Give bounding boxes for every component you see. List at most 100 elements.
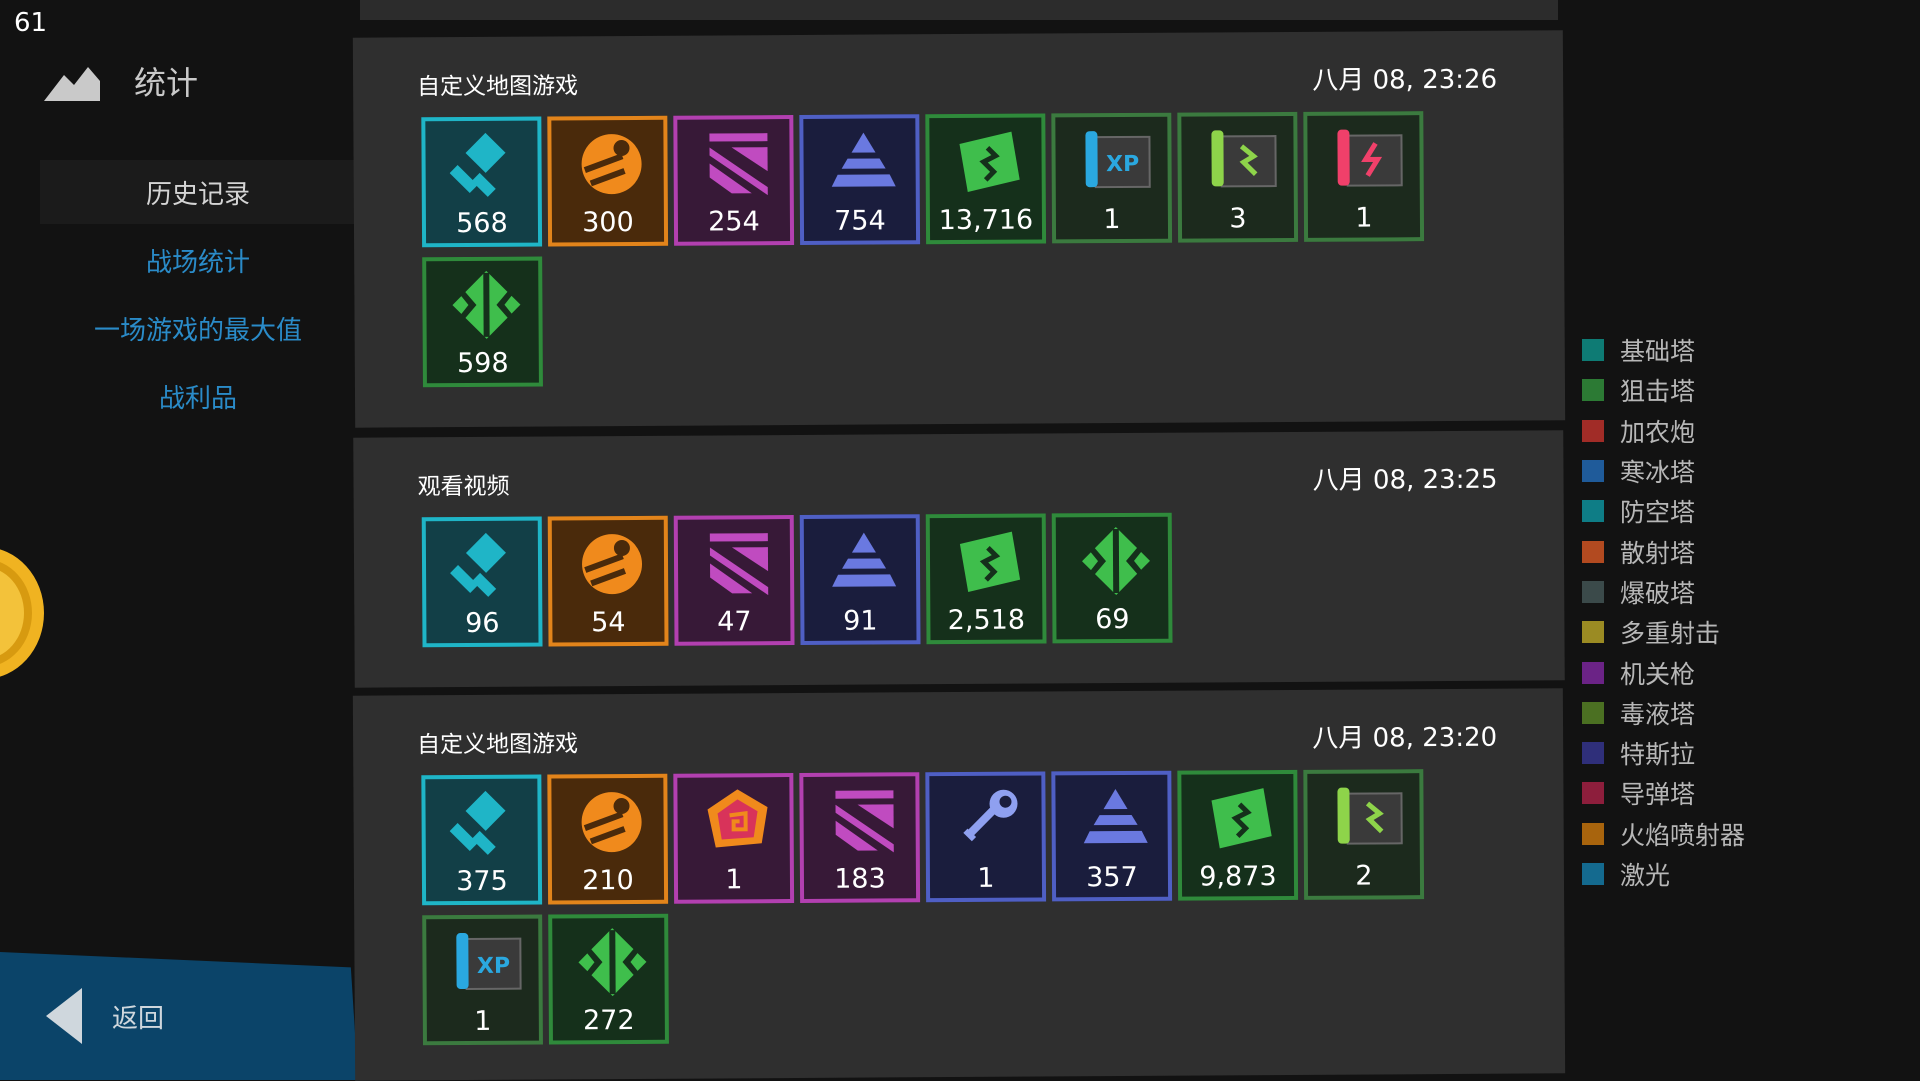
legend-label: 火焰喷射器 [1620, 820, 1746, 850]
stat-tile[interactable]: 1 [1303, 111, 1425, 242]
green-blueprint-icon [1337, 787, 1403, 845]
stat-tile[interactable]: 54 [547, 515, 669, 647]
armored-enemy-icon [1083, 789, 1148, 844]
stat-value: 568 [456, 207, 508, 240]
money-icon [959, 531, 1021, 592]
legend-swatch [1582, 540, 1604, 563]
legend-item: 基础塔 [1582, 330, 1745, 370]
stat-tile[interactable]: 357 [1051, 770, 1173, 902]
menu-battle-stats[interactable]: 战场统计 [40, 228, 356, 292]
xp-blueprint-icon: XP [1085, 131, 1151, 189]
legend-swatch [1582, 661, 1604, 684]
legend-label: 寒冰塔 [1620, 458, 1696, 488]
stat-value: 54 [591, 607, 626, 639]
stat-tile[interactable]: 254 [673, 115, 795, 246]
legend-item: 机关枪 [1582, 652, 1745, 692]
stat-value: 272 [582, 1004, 635, 1037]
stat-tile[interactable]: 598 [422, 256, 543, 388]
stat-value: 210 [582, 864, 634, 897]
stat-tile[interactable]: 1 [925, 771, 1047, 903]
stat-tile[interactable]: 183 [799, 772, 921, 903]
stat-tile[interactable]: 3 [1177, 111, 1299, 243]
bit-dust-icon [578, 928, 647, 997]
menu-loot[interactable]: 战利品 [40, 364, 356, 428]
stat-value: 2,518 [947, 604, 1026, 637]
stat-tile[interactable]: XP 1 [1051, 112, 1173, 244]
card-tiles: 96 54 47 91 2,518 69 [421, 511, 1523, 648]
legend-label: 防空塔 [1620, 498, 1696, 528]
legend-label: 特斯拉 [1620, 740, 1696, 770]
fast-enemy-icon [582, 534, 643, 595]
gold-coin-icon [0, 549, 44, 677]
legend-swatch [1582, 580, 1604, 603]
card-timestamp: 八月 08, 23:20 [1312, 722, 1498, 754]
legend-label: 加农炮 [1620, 417, 1696, 447]
stat-tile[interactable]: 9,873 [1177, 769, 1299, 901]
legend-swatch [1582, 863, 1604, 885]
menu-history[interactable]: 历史记录 [40, 160, 356, 224]
stat-tile[interactable]: 272 [548, 913, 669, 1045]
stat-tile[interactable]: 2 [1303, 769, 1425, 900]
history-card: 自定义地图游戏 八月 08, 23:20 375 210 1 183 1 357 9,873… [352, 688, 1566, 1081]
card-timestamp: 八月 08, 23:26 [1312, 64, 1498, 96]
menu-single-game-max[interactable]: 一场游戏的最大值 [40, 296, 356, 360]
legend-label: 机关枪 [1620, 659, 1696, 689]
stat-value: 357 [1086, 861, 1138, 894]
bit-dust-icon [452, 270, 521, 339]
stat-value: 1 [725, 864, 743, 896]
stat-tile[interactable]: 2,518 [925, 513, 1047, 645]
stat-tile[interactable]: 568 [421, 116, 543, 248]
stat-tile[interactable]: 300 [547, 115, 669, 247]
stat-tile[interactable]: 13,716 [925, 113, 1047, 245]
stat-value: 69 [1095, 603, 1130, 636]
legend-item: 火焰喷射器 [1582, 814, 1745, 854]
stat-tile[interactable]: 96 [421, 516, 543, 648]
legend-swatch [1582, 822, 1604, 845]
card-timestamp: 八月 08, 23:25 [1312, 464, 1498, 496]
legend-swatch [1582, 460, 1604, 483]
stats-title: 统计 [134, 64, 199, 102]
legend-item: 特斯拉 [1582, 733, 1745, 773]
legend-label: 多重射击 [1620, 619, 1721, 649]
back-button[interactable]: 返回 [0, 952, 358, 1080]
enemies-killed-icon [449, 790, 506, 855]
legend-label: 激光 [1620, 861, 1671, 890]
stat-value: 375 [456, 865, 508, 898]
stat-tile[interactable]: XP 1 [422, 914, 543, 1046]
strong-enemy-icon [709, 533, 769, 596]
svg-text:XP: XP [1106, 152, 1139, 177]
money-icon [1211, 788, 1272, 849]
card-tiles: 375 210 1 183 1 357 9,873 2 XP 1 272 [421, 769, 1523, 1046]
stat-tile[interactable]: 91 [799, 514, 921, 645]
legend-label: 导弹塔 [1620, 780, 1696, 810]
card-title: 自定义地图游戏 [417, 73, 579, 101]
legend-item: 加农炮 [1582, 411, 1745, 451]
stat-value: 1 [977, 862, 995, 894]
legend-item: 爆破塔 [1582, 572, 1745, 612]
stat-tile[interactable]: 69 [1051, 512, 1173, 644]
armored-enemy-icon [832, 532, 897, 587]
enemies-killed-icon [449, 132, 506, 197]
stat-tile[interactable]: 210 [547, 773, 669, 905]
legend-swatch [1582, 742, 1604, 765]
svg-text:XP: XP [477, 954, 510, 979]
green-blueprint-icon [1211, 130, 1277, 188]
legend-label: 爆破塔 [1620, 578, 1696, 608]
stat-tile[interactable]: 1 [673, 773, 795, 904]
stat-tile[interactable]: 47 [673, 515, 795, 646]
history-card: 自定义地图游戏 八月 08, 23:26 568 300 254 754 13,716 X… [352, 30, 1566, 428]
back-arrow-icon [46, 988, 82, 1044]
card-title: 自定义地图游戏 [417, 731, 579, 759]
legend-item: 散射塔 [1582, 531, 1745, 571]
strong-enemy-icon [835, 790, 894, 853]
legend-swatch [1582, 782, 1604, 805]
legend-label: 狙击塔 [1620, 377, 1696, 407]
stat-value: 3 [1229, 203, 1247, 235]
history-card: 观看视频 八月 08, 23:25 96 54 47 91 2,518 69 [353, 430, 1565, 688]
bit-dust-icon [1082, 527, 1151, 596]
legend-item: 导弹塔 [1582, 773, 1745, 813]
stat-tile[interactable]: 754 [799, 114, 921, 245]
stat-tile[interactable]: 375 [421, 774, 543, 906]
legend-swatch [1582, 379, 1604, 402]
legend-item: 寒冰塔 [1582, 451, 1745, 491]
